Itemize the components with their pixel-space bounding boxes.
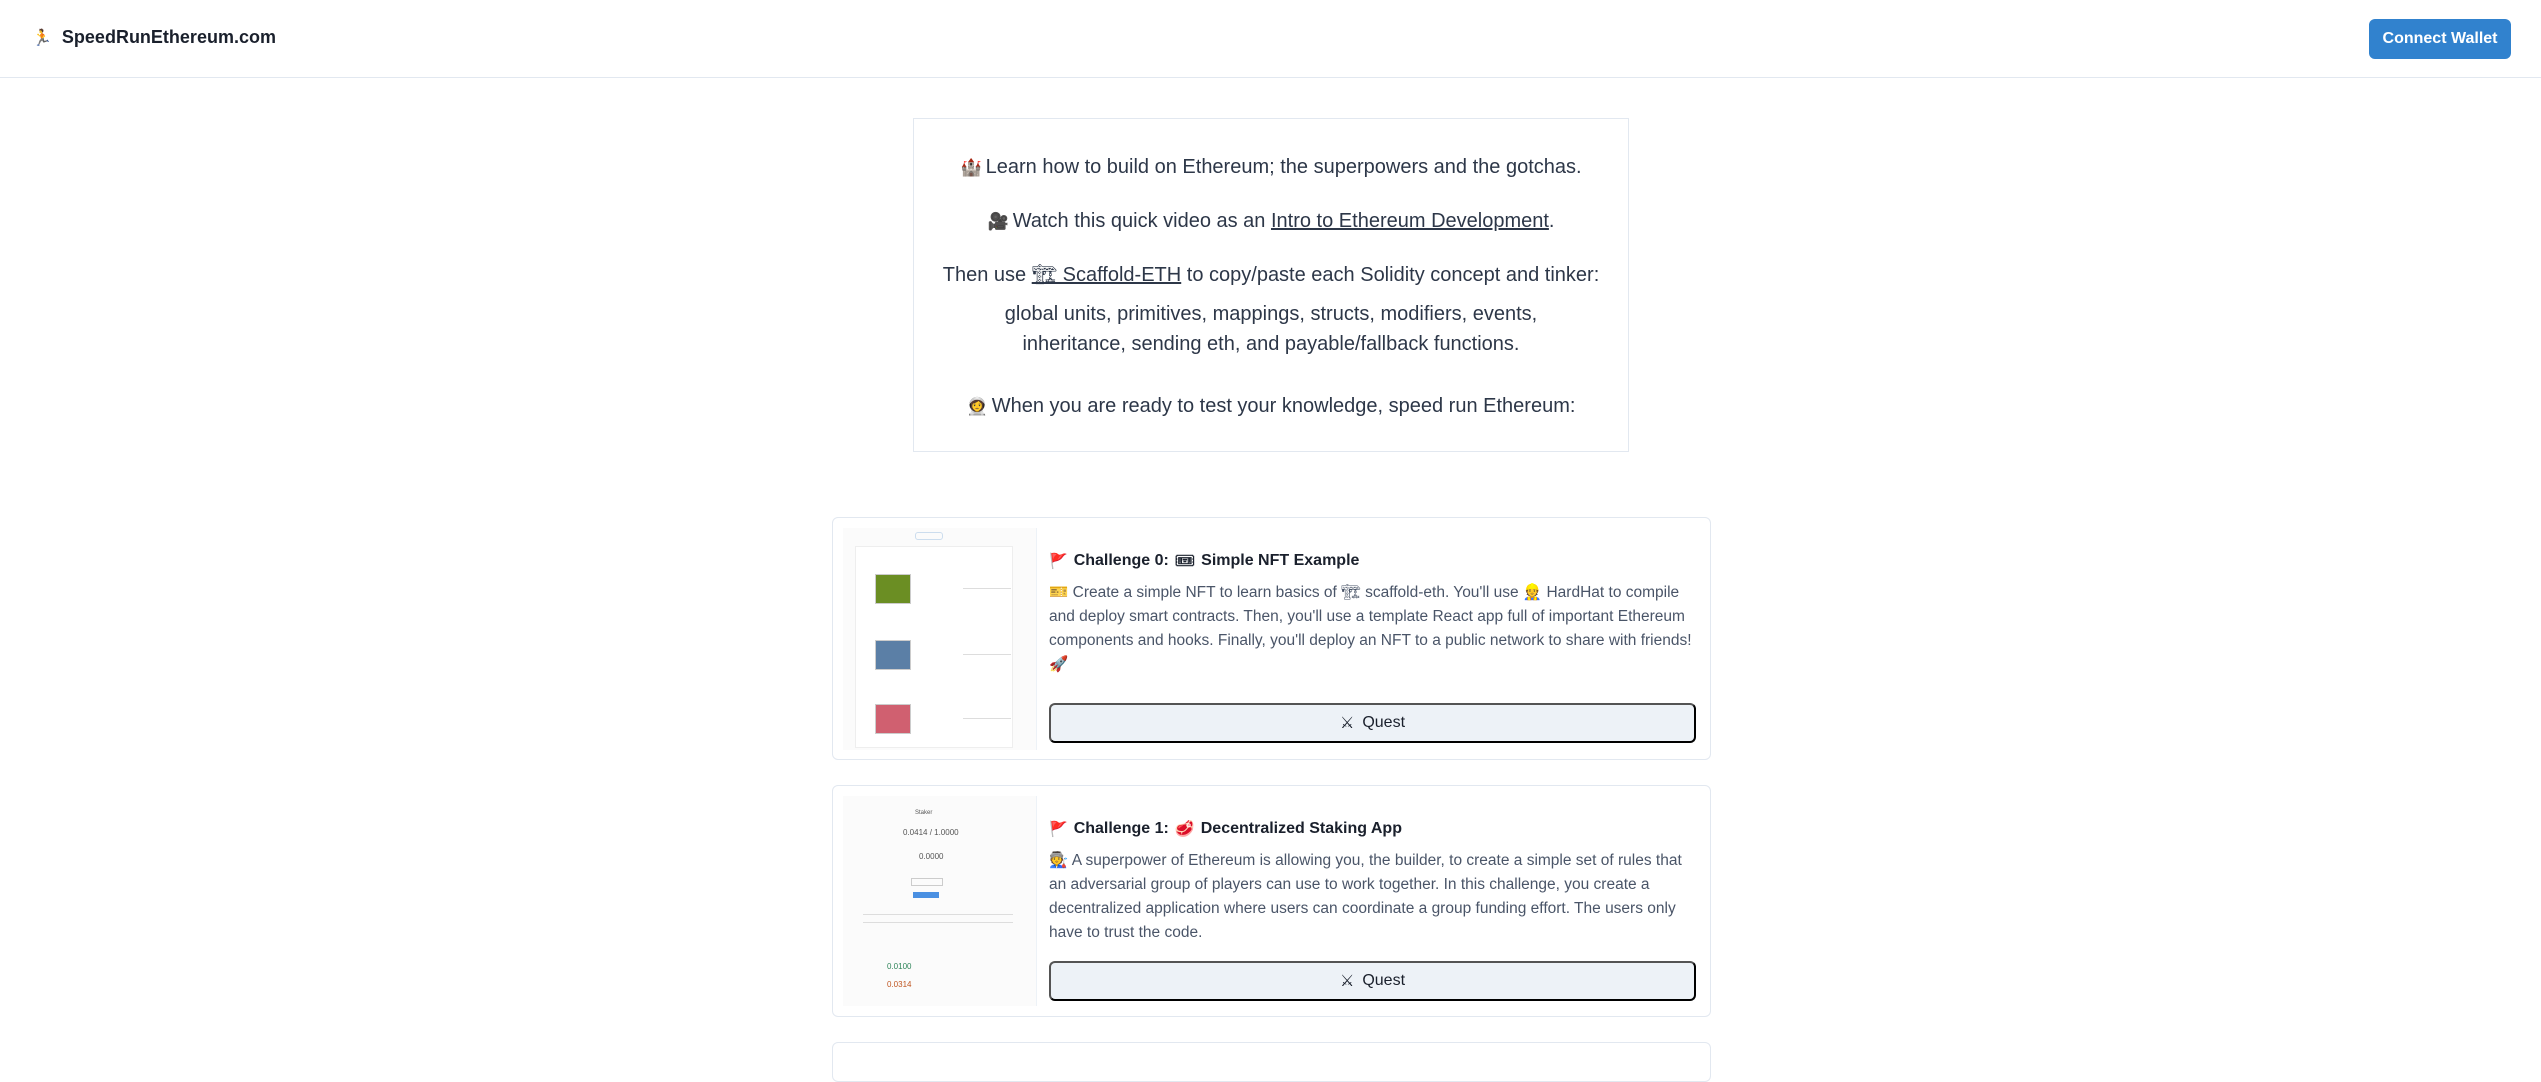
challenge-0-thumbnail [843, 528, 1037, 750]
challenge-card-2 [832, 1042, 1711, 1082]
site-logo[interactable]: 🏃 SpeedRunEthereum.com [32, 27, 276, 48]
intro-line-concepts: global units, primitives, mappings, stru… [1004, 303, 1538, 355]
challenge-card-1: Staker 0.0414 / 1.0000 0.0000 0.0100 0.0… [832, 785, 1711, 1017]
steak-icon: 🥩 [1174, 821, 1195, 838]
ticket-icon: 🎫 [1049, 584, 1069, 601]
challenge-1-description: 🧑‍🏭 A superpower of Ethereum is allowing… [1049, 852, 1682, 941]
crossed-swords-icon: ⚔ [1339, 715, 1355, 732]
site-title: SpeedRunEthereum.com [61, 27, 276, 47]
intro-video-link[interactable]: Intro to Ethereum Development [1271, 210, 1549, 232]
connect-wallet-button[interactable]: Connect Wallet [2369, 19, 2511, 59]
intro-panel: 🏰 Learn how to build on Ethereum; the sup… [913, 118, 1629, 452]
building-icon: 🏰 [960, 158, 982, 178]
intro-line-video: 🎥 Watch this quick video as an Intro to E… [987, 210, 1555, 232]
challenge-0-quest-button[interactable]: ⚔ Quest [1049, 703, 1696, 743]
builder-icon: 🧑‍🏭 [1049, 852, 1069, 869]
challenge-card-0: 🚩 Challenge 0: 🎟 Simple NFT Example 🎫 Cr… [832, 517, 1711, 760]
top-navbar: 🏃 SpeedRunEthereum.com Connect Wallet [0, 0, 2541, 78]
video-camera-icon: 🎥 [987, 212, 1009, 232]
challenge-0-description: 🎫 Create a simple NFT to learn basics of… [1049, 584, 1692, 673]
astronaut-icon: 👩‍🚀 [966, 397, 988, 417]
scaffold-eth-link[interactable]: 🏗 Scaffold-ETH [1032, 264, 1182, 286]
challenge-0-title: 🚩 Challenge 0: 🎟 Simple NFT Example [1049, 552, 1360, 570]
challenge-1-thumbnail: Staker 0.0414 / 1.0000 0.0000 0.0100 0.0… [843, 796, 1037, 1006]
runner-icon: 🏃 [32, 29, 52, 47]
challenge-1-title: 🚩 Challenge 1: 🥩 Decentralized Staking A… [1049, 820, 1402, 838]
flag-icon: 🚩 [1049, 553, 1068, 570]
ticket-icon: 🎟 [1174, 553, 1196, 570]
intro-line-scaffold: Then use 🏗 Scaffold-ETH to copy/paste ea… [942, 264, 1600, 286]
flag-icon: 🚩 [1049, 821, 1068, 838]
intro-line-ready: 👩‍🚀 When you are ready to test your knowl… [966, 395, 1576, 417]
crossed-swords-icon: ⚔ [1339, 973, 1355, 990]
challenge-1-quest-button[interactable]: ⚔ Quest [1049, 961, 1696, 1001]
intro-line-learn: 🏰 Learn how to build on Ethereum; the sup… [960, 156, 1582, 178]
